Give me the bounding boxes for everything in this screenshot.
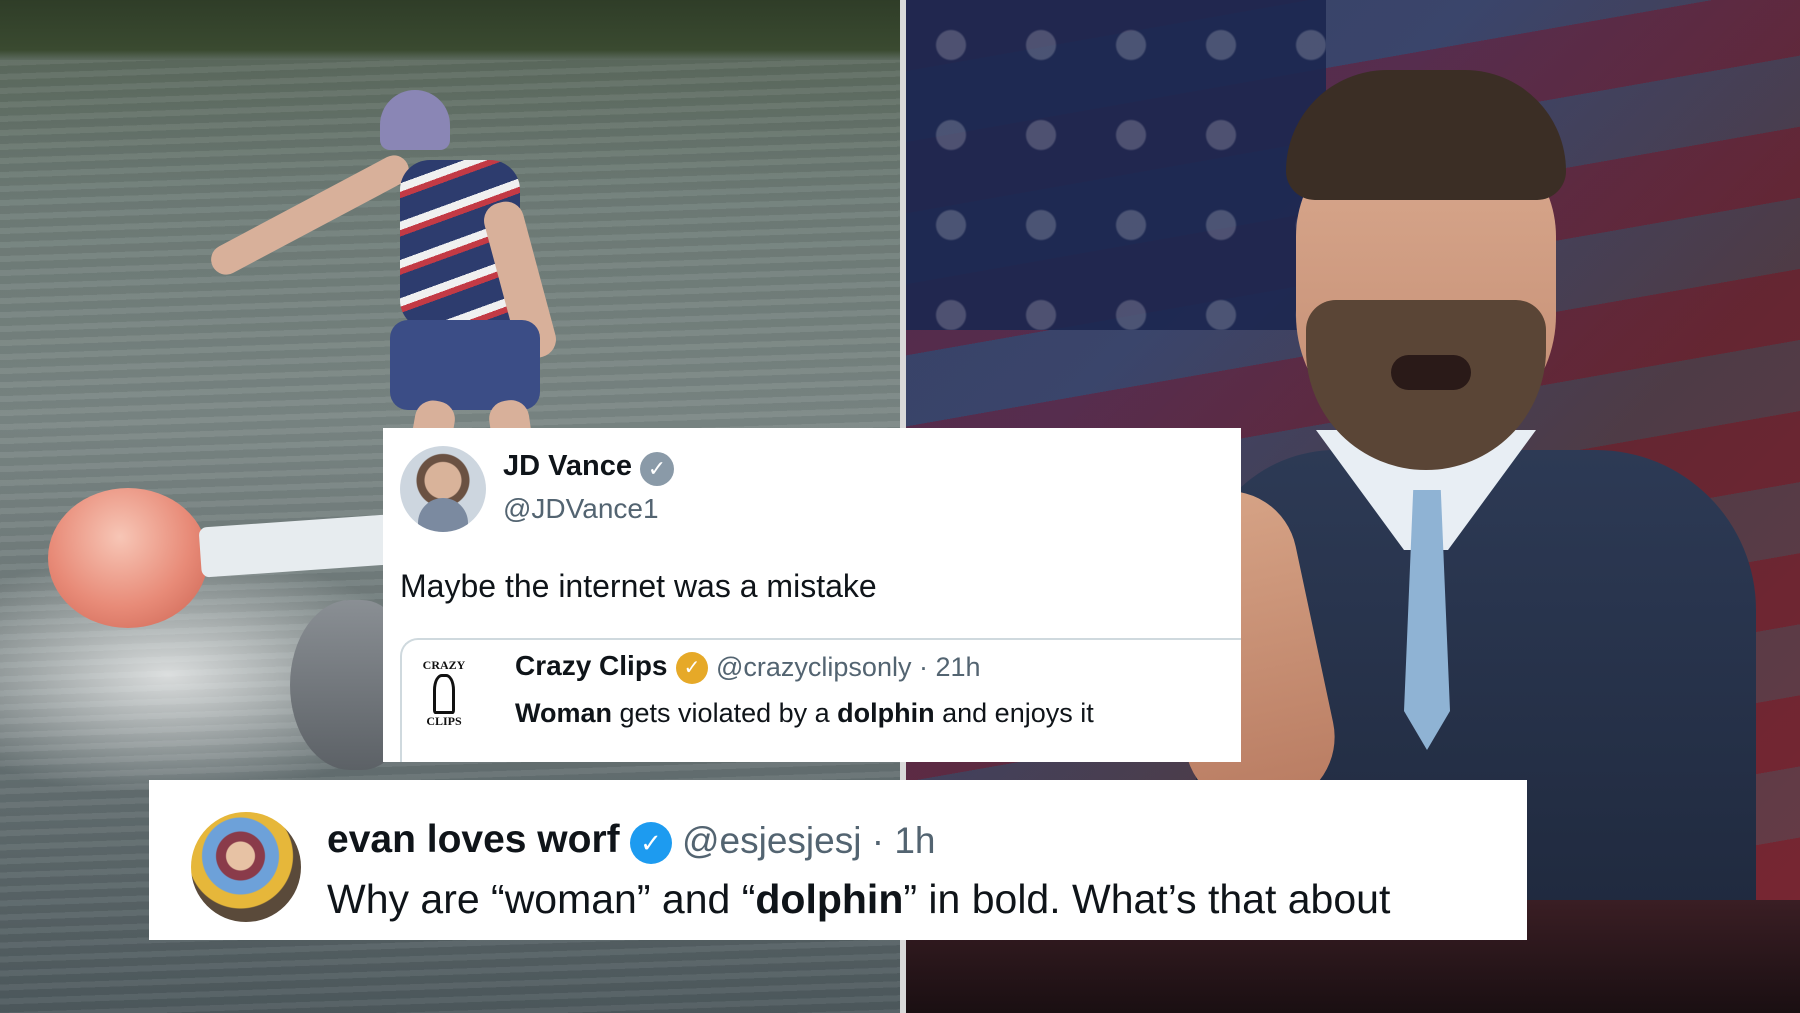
quoted-text-segment: gets violated by a [612, 698, 838, 728]
quoted-avatar[interactable]: CRAZY CLIPS [413, 658, 475, 734]
bold-word: dolphin [755, 876, 904, 922]
display-name[interactable]: JD Vance [503, 450, 632, 483]
quoted-bold-word: Woman [515, 698, 613, 728]
tweet-card-main[interactable]: JD Vance ✓ @JDVance1 Maybe the internet … [383, 428, 1241, 762]
tweet-card-reply[interactable]: evan loves worf ✓ @esjesjesj · 1h Why ar… [149, 780, 1527, 940]
tweet-text: Why are “woman” and “dolphin” in bold. W… [327, 876, 1390, 923]
user-handle-time[interactable]: @esjesjesj · 1h [682, 820, 936, 862]
avatar-text-bottom: CLIPS [426, 714, 462, 728]
quoted-handle-time[interactable]: @crazyclipsonly · 21h [716, 652, 981, 683]
quoted-display-name[interactable]: Crazy Clips [515, 650, 668, 682]
avatar-text-top: CRAZY [422, 658, 466, 672]
verified-badge-icon: ✓ [630, 822, 672, 864]
avatar[interactable] [400, 446, 486, 532]
tweet-text: Maybe the internet was a mistake [400, 568, 877, 604]
quoted-bold-word: dolphin [837, 698, 935, 728]
quoted-tweet-text: Woman gets violated by a dolphin and enj… [515, 698, 1094, 729]
verified-badge-icon: ✓ [640, 452, 674, 486]
quoted-text-segment: and enjoys it [934, 698, 1094, 728]
avatar[interactable] [191, 812, 301, 922]
logo-figure-icon [433, 674, 455, 714]
pink-buoy [48, 488, 208, 628]
verified-badge-icon: ✓ [676, 652, 708, 684]
text-segment: ” in bold. What’s that about [903, 876, 1391, 922]
text-segment: Why are “woman” and “ [327, 876, 756, 922]
display-name[interactable]: evan loves worf [327, 818, 620, 862]
user-handle[interactable]: @JDVance1 [503, 493, 659, 525]
